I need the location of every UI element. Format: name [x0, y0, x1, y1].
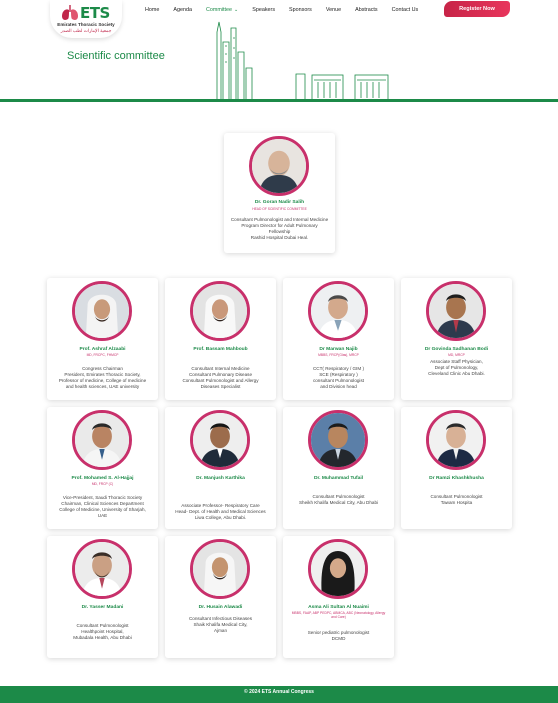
avatar	[308, 410, 368, 470]
member-bio: Congress Chairman President, Emirates Th…	[58, 366, 147, 390]
chevron-down-icon: ⌄	[234, 7, 239, 13]
avatar	[190, 539, 250, 599]
member-name: Dr Marwan Najib	[319, 347, 358, 352]
footer-copyright: © 2024 ETS Annual Congress	[244, 689, 314, 695]
member-name: Dr Govinda Sadhanan Bodi	[424, 347, 489, 352]
nav-abstracts[interactable]: Abstracts	[348, 5, 384, 17]
member-bio: Consultant Pulmonologist Healthpoint Hos…	[73, 623, 132, 641]
nav-committee-label: Committee	[205, 7, 233, 13]
member-bio: Vice-President, Saudi Thoracic Society C…	[59, 495, 146, 519]
member-card: Dr. Yasser Madani Consultant Pulmonologi…	[47, 536, 158, 658]
main-nav: Home Agenda Committee ⌄ Speakers Sponsors…	[138, 5, 425, 17]
head-bio: Consultant Pulmonologist and Internal Me…	[230, 217, 329, 241]
member-bio: Consultant Pulmonologist Tawam Hospita	[430, 494, 483, 506]
nav-sponsors[interactable]: Sponsors	[282, 5, 319, 17]
member-bio: Consultant Internal Medicine Consultant …	[182, 366, 259, 390]
head-name: Dr. Goran Nadir Salih	[254, 200, 305, 205]
member-credentials: MD, FRCPC, FHMCP	[86, 353, 119, 357]
member-card: Dr. Manjush Karthika Associate Professor…	[165, 407, 276, 529]
member-name: Prof. Mohamed S. Al-Hajjaj	[71, 476, 134, 481]
nav-agenda[interactable]: Agenda	[166, 5, 199, 17]
head-card: Dr. Goran Nadir Salih HEAD OF SCIENTIFIC…	[224, 133, 335, 253]
head-role: HEAD OF SCIENTIFIC COMMITTEE	[252, 207, 307, 211]
member-name: Dr Ramzi Khashkhusha	[429, 476, 484, 481]
member-card: Prof. Mohamed S. Al-Hajjaj MD, FRCP (C) …	[47, 407, 158, 529]
member-card: Prof. Ashraf Alzaabi MD, FRCPC, FHMCP Co…	[47, 278, 158, 400]
avatar	[426, 281, 486, 341]
member-credentials: MD, MRCP	[448, 353, 465, 357]
member-bio: Senior pediatric pulmonologist DCMD	[307, 630, 370, 642]
logo-society-name: Emirates Thoracic Society	[57, 22, 115, 27]
site-header: ETS Emirates Thoracic Society جمعية الإم…	[0, 0, 558, 102]
member-card: Dr. Muhammad Tufail Consultant Pulmonolo…	[283, 407, 394, 529]
lungs-icon	[62, 5, 78, 20]
avatar	[190, 281, 250, 341]
register-now-button[interactable]: Register Now	[444, 1, 510, 17]
nav-contact-us[interactable]: Contact Us	[385, 5, 426, 17]
member-card: Dr Govinda Sadhanan Bodi MD, MRCP Associ…	[401, 278, 512, 400]
member-name: Dr. Yasser Madani	[81, 605, 124, 610]
nav-speakers[interactable]: Speakers	[245, 5, 282, 17]
avatar	[426, 410, 486, 470]
member-credentials: MBBS, FRCP(Glas), MRCP	[318, 353, 359, 357]
member-credentials: MD, FRCP (C)	[91, 482, 114, 486]
member-card: Dr. Husain Alawadi Consultant Infectious…	[165, 536, 276, 658]
avatar	[190, 410, 250, 470]
nav-venue[interactable]: Venue	[319, 5, 348, 17]
avatar	[249, 136, 309, 196]
nav-committee[interactable]: Committee ⌄	[199, 5, 245, 17]
member-bio: Associate Professor- Respiratory Care He…	[175, 503, 266, 521]
member-bio: Consultant Pulmonologist Sheikh Khalifa …	[298, 494, 379, 506]
avatar	[72, 539, 132, 599]
member-name: Dr. Manjush Karthika	[196, 476, 245, 481]
member-bio: Consultant Infectious Diseases Shaik Kha…	[188, 616, 253, 634]
ets-logo[interactable]: ETS Emirates Thoracic Society جمعية الإم…	[50, 0, 122, 38]
page-title: Scientific committee	[67, 50, 165, 62]
logo-wordmark: ETS	[80, 4, 110, 22]
nav-home[interactable]: Home	[138, 5, 166, 17]
avatar	[72, 281, 132, 341]
logo-arabic-name: جمعية الإمارات لطب الصدر	[60, 28, 112, 33]
member-name: Prof. Bassam Mahboub	[193, 347, 248, 352]
member-bio: Associate Staff Physician, Dept of Pulmo…	[428, 359, 485, 377]
avatar	[72, 410, 132, 470]
member-card: Dr Ramzi Khashkhusha Consultant Pulmonol…	[401, 407, 512, 529]
member-credentials: MBBS, FAAP, ABP PEDPC, ABMCA, ABC (Neona…	[291, 611, 386, 620]
member-name: Dr. Husain Alawadi	[198, 605, 243, 610]
header-divider	[0, 99, 558, 102]
member-name: Prof. Ashraf Alzaabi	[79, 347, 126, 352]
member-card: Dr Marwan Najib MBBS, FRCP(Glas), MRCP C…	[283, 278, 394, 400]
avatar	[308, 281, 368, 341]
site-footer: © 2024 ETS Annual Congress	[0, 686, 558, 703]
avatar	[308, 539, 368, 599]
member-card: Prof. Bassam Mahboub Consultant Internal…	[165, 278, 276, 400]
member-card: Asma Ali Sultan Al Nuaimi MBBS, FAAP, AB…	[283, 536, 394, 658]
member-bio: CCT( Respiratory / GIM ) SCE (Respirator…	[312, 366, 365, 390]
member-name: Dr. Muhammad Tufail	[313, 476, 364, 481]
member-name: Asma Ali Sultan Al Nuaimi	[308, 605, 369, 610]
